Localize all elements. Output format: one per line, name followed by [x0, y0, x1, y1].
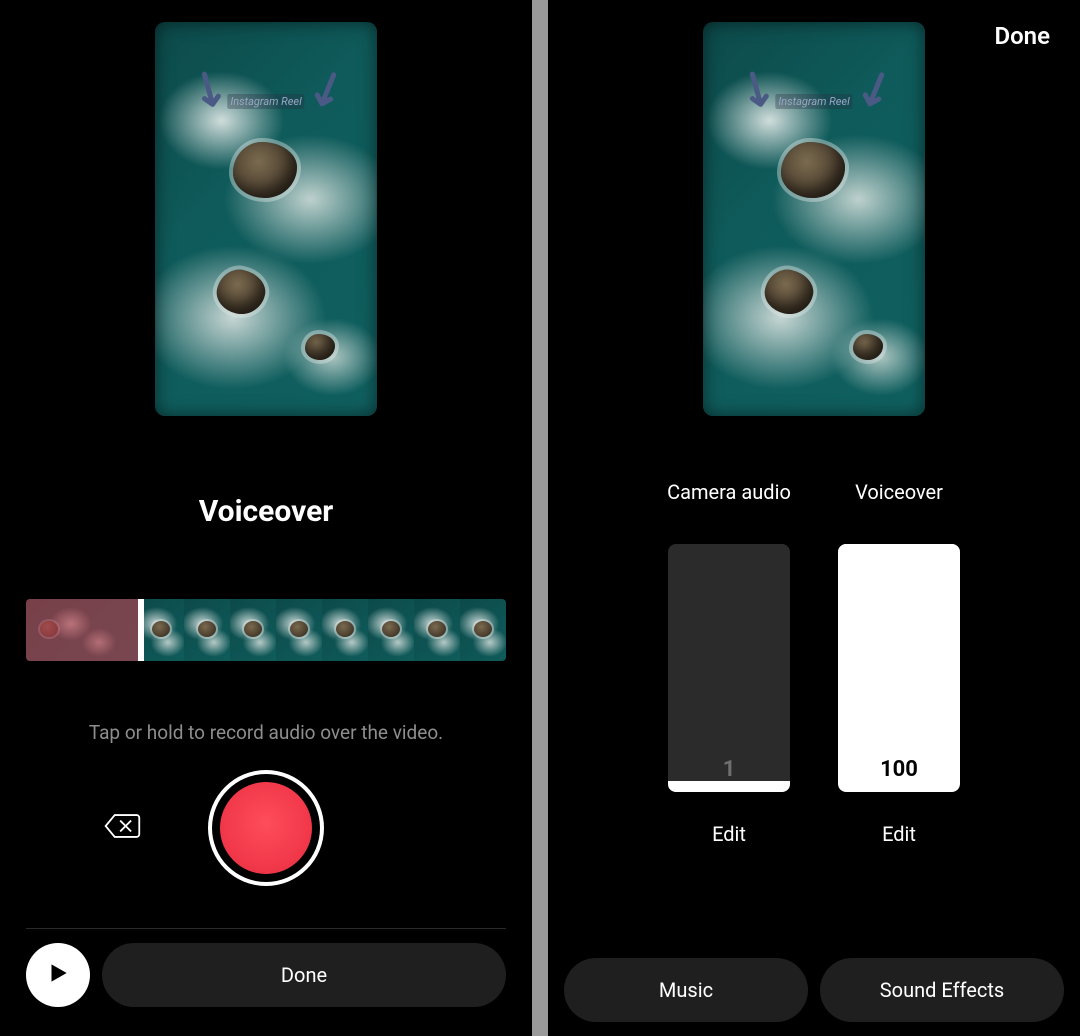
sound-effects-button[interactable]: Sound Effects: [820, 958, 1064, 1022]
camera-audio-column: Camera audio 1 Edit: [664, 480, 794, 846]
sound-effects-button-label: Sound Effects: [880, 978, 1004, 1002]
done-link[interactable]: Done: [994, 22, 1050, 50]
voiceover-audio-edit-button[interactable]: Edit: [882, 822, 916, 846]
voiceover-audio-value: 100: [838, 757, 960, 782]
video-preview[interactable]: Instagram Reel: [703, 22, 925, 416]
voiceover-title: Voiceover: [199, 494, 334, 529]
timeline[interactable]: [26, 599, 506, 661]
timeline-playhead[interactable]: [138, 599, 144, 661]
timeline-unrecorded-segment: [138, 599, 506, 661]
music-button-label: Music: [659, 978, 713, 1002]
voiceover-done-button[interactable]: Done: [102, 943, 506, 1007]
backspace-x-icon: [102, 806, 142, 850]
voiceover-audio-label: Voiceover: [855, 480, 943, 532]
done-button-label: Done: [281, 963, 327, 987]
audio-mix-panel: Done Instagram Reel Camera audio 1 Edit …: [548, 0, 1080, 1036]
camera-audio-edit-button[interactable]: Edit: [712, 822, 746, 846]
music-button[interactable]: Music: [564, 958, 808, 1022]
divider-line: [26, 928, 506, 929]
play-icon: [45, 960, 71, 990]
voiceover-audio-column: Voiceover 100 Edit: [834, 480, 964, 846]
record-icon: [220, 782, 312, 874]
camera-audio-label: Camera audio: [667, 480, 791, 532]
video-preview[interactable]: Instagram Reel: [155, 22, 377, 416]
record-button[interactable]: [208, 770, 324, 886]
camera-audio-slider[interactable]: 1: [668, 544, 790, 792]
voiceover-panel: Instagram Reel Voiceover Tap or hold to …: [0, 0, 532, 1036]
camera-audio-value: 1: [668, 757, 790, 782]
record-hint: Tap or hold to record audio over the vid…: [89, 721, 443, 744]
delete-recording-button[interactable]: [100, 806, 144, 850]
voiceover-audio-slider[interactable]: 100: [838, 544, 960, 792]
panel-divider: [532, 0, 548, 1036]
play-button[interactable]: [26, 943, 90, 1007]
timeline-recorded-segment: [26, 599, 138, 661]
